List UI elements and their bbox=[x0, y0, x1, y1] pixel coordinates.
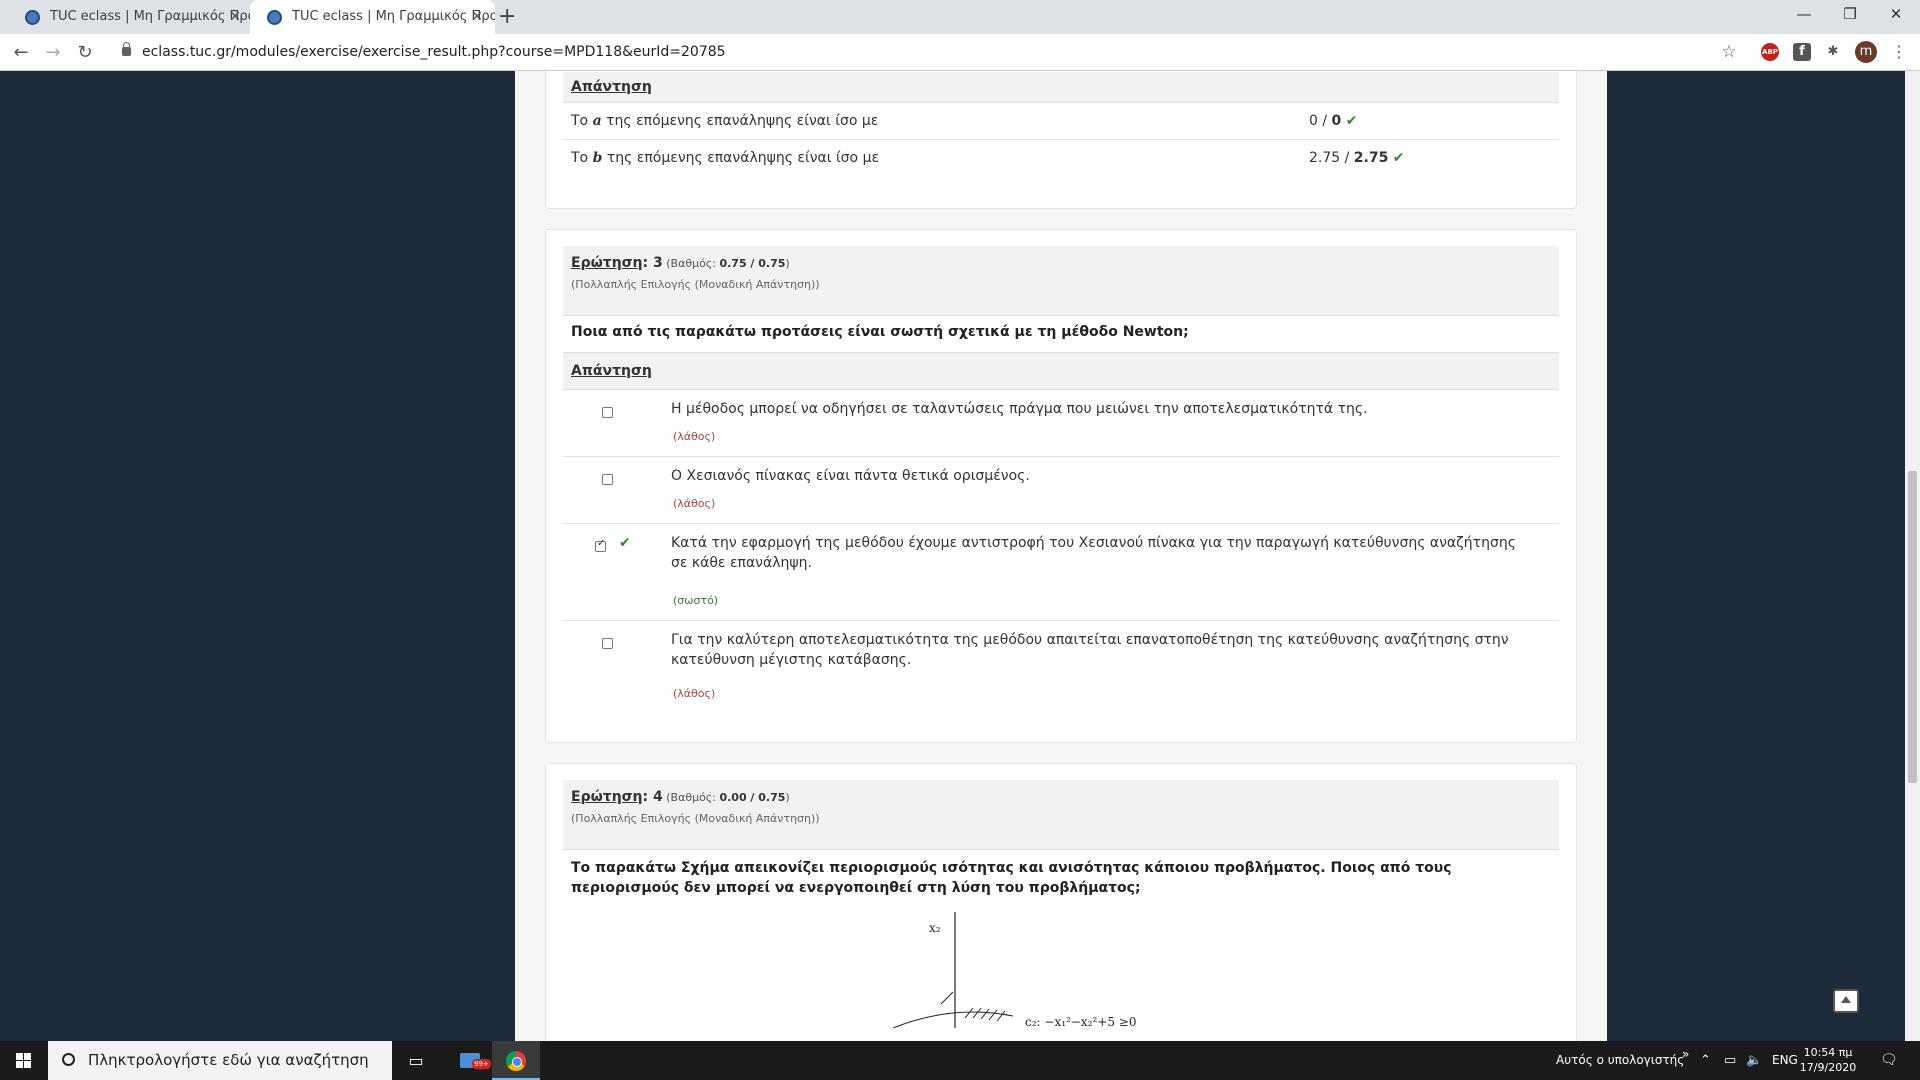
tray-chevron[interactable]: » bbox=[1682, 1035, 1689, 1074]
extensions-puzzle-icon[interactable]: ✱ bbox=[1824, 43, 1842, 61]
back-icon[interactable]: ← bbox=[6, 34, 36, 71]
answer-a-score: 0 / 0 ✔ bbox=[1309, 113, 1358, 129]
question-type: (Πολλαπλής Επιλογής (Μοναδική Απάντηση)) bbox=[571, 278, 820, 291]
tab-2-title: TUC eclass | Μη Γραμμικός Προγ bbox=[292, 9, 495, 24]
taskbar-search-box[interactable]: Πληκτρολογήστε εδώ για αναζήτηση bbox=[48, 1041, 392, 1080]
question-label: Ερώτηση bbox=[571, 255, 643, 271]
tray-computer-label: Αυτός ο υπολογιστής bbox=[1556, 1053, 1685, 1067]
option-4: Για την καλύτερη αποτελεσματικότητα της … bbox=[563, 621, 1559, 713]
page-viewport: Απάντηση Το a της επόμενης επανάληψης εί… bbox=[0, 71, 1905, 1041]
option-2: Ο Χεσιανός πίνακας είναι πάντα θετικά ορ… bbox=[563, 457, 1559, 524]
question-3-panel: Ερώτηση: 3 (Βαθμός: 0.75 / 0.75) (Πολλαπ… bbox=[545, 229, 1577, 743]
windows-logo-icon bbox=[16, 1053, 32, 1069]
figure-axis-label: x₂ bbox=[929, 921, 941, 935]
option-1: Η μέθοδος μπορεί να οδηγήσει σε ταλαντώσ… bbox=[563, 390, 1559, 457]
tab-1-title: TUC eclass | Μη Γραμμικός Προγ bbox=[50, 9, 253, 24]
option-4-checkbox[interactable] bbox=[602, 638, 613, 649]
answer-header: Απάντηση bbox=[563, 353, 1559, 390]
question-3-grade: 0.75 / 0.75 bbox=[719, 257, 786, 270]
eclass-favicon-icon bbox=[25, 10, 40, 25]
tab-1-close-icon[interactable]: ✕ bbox=[229, 0, 241, 34]
tab-2[interactable]: TUC eclass | Μη Γραμμικός Προγ ✕ bbox=[250, 0, 495, 34]
forward-icon[interactable]: → bbox=[38, 34, 68, 71]
url-text: eclass.tuc.gr/modules/exercise/exercise_… bbox=[142, 44, 726, 60]
browser-menu-icon[interactable]: ⋮ bbox=[1890, 43, 1908, 61]
option-4-text: Για την καλύτερη αποτελεσματικότητα της … bbox=[671, 632, 1509, 668]
answer-row-b: Το b της επόμενης επανάληψης είναι ίσο μ… bbox=[563, 140, 1559, 177]
option-2-feedback: (λάθος) bbox=[673, 497, 716, 510]
question-4-header: Ερώτηση: 4 (Βαθμός: 0.00 / 0.75) (Πολλαπ… bbox=[563, 780, 1559, 850]
question-2-panel: Απάντηση Το a της επόμενης επανάληψης εί… bbox=[545, 71, 1577, 209]
answer-row-a: Το a της επόμενης επανάληψης είναι ίσο μ… bbox=[563, 103, 1559, 140]
option-4-feedback: (λάθος) bbox=[673, 687, 716, 700]
question-4-panel: Ερώτηση: 4 (Βαθμός: 0.00 / 0.75) (Πολλαπ… bbox=[545, 763, 1577, 1041]
facebook-extension-icon[interactable]: f bbox=[1793, 43, 1811, 61]
option-2-checkbox[interactable] bbox=[602, 474, 613, 485]
windows-taskbar: Πληκτρολογήστε εδώ για αναζήτηση ▭ 99+ Α… bbox=[0, 1041, 1920, 1080]
restore-button[interactable]: ❐ bbox=[1827, 0, 1873, 30]
bookmark-star-icon[interactable]: ☆ bbox=[1720, 43, 1738, 61]
tab-2-close-icon[interactable]: ✕ bbox=[471, 0, 483, 34]
tab-1[interactable]: TUC eclass | Μη Γραμμικός Προγ ✕ bbox=[8, 0, 253, 34]
option-2-text: Ο Χεσιανός πίνακας είναι πάντα θετικά ορ… bbox=[671, 468, 1030, 484]
chrome-icon bbox=[506, 1051, 526, 1071]
page-scrollbar[interactable] bbox=[1905, 71, 1920, 1041]
correct-check-icon: ✔ bbox=[1392, 150, 1405, 166]
address-toolbar: ← → ↻ eclass.tuc.gr/modules/exercise/exe… bbox=[0, 34, 1920, 71]
answer-b-score: 2.75 / 2.75 ✔ bbox=[1309, 150, 1405, 166]
search-icon bbox=[62, 1053, 75, 1066]
mail-badge: 99+ bbox=[472, 1059, 491, 1069]
taskbar-clock[interactable]: 10:54 πμ 17/9/2020 bbox=[1795, 1045, 1861, 1075]
lock-icon bbox=[122, 42, 131, 56]
new-tab-button[interactable]: + bbox=[498, 2, 516, 32]
clock-date: 17/9/2020 bbox=[1799, 1061, 1857, 1074]
clock-time: 10:54 πμ bbox=[1803, 1046, 1853, 1059]
adblock-icon[interactable]: ABP bbox=[1761, 43, 1779, 61]
option-1-checkbox[interactable] bbox=[602, 407, 613, 418]
url-bar[interactable]: eclass.tuc.gr/modules/exercise/exercise_… bbox=[108, 38, 1760, 67]
question-4-grade: 0.00 / 0.75 bbox=[719, 791, 786, 804]
constraint-figure: x₂ c₂: −x₁²−x₂²+5 ≥0 bbox=[893, 912, 1136, 1028]
task-view-icon[interactable]: ▭ bbox=[392, 1041, 440, 1080]
option-3-feedback: (σωστό) bbox=[673, 594, 719, 607]
scroll-to-top-button[interactable] bbox=[1833, 989, 1859, 1013]
chrome-taskbar-icon[interactable] bbox=[492, 1041, 540, 1080]
close-window-button[interactable]: ✕ bbox=[1873, 0, 1919, 30]
minimize-button[interactable]: — bbox=[1781, 0, 1827, 30]
eclass-favicon-icon bbox=[267, 10, 282, 25]
reload-icon[interactable]: ↻ bbox=[70, 34, 100, 71]
question-3-text: Ποια από τις παρακάτω προτάσεις είναι σω… bbox=[563, 316, 1559, 353]
network-icon[interactable]: ▭ bbox=[1724, 1041, 1736, 1080]
volume-icon[interactable]: 🔈 bbox=[1746, 1041, 1762, 1080]
option-3-text: Κατά την εφαρμογή της μεθόδου έχουμε αντ… bbox=[671, 535, 1516, 571]
question-3-header: Ερώτηση: 3 (Βαθμός: 0.75 / 0.75) (Πολλαπ… bbox=[563, 246, 1559, 316]
question-type: (Πολλαπλής Επιλογής (Μοναδική Απάντηση)) bbox=[571, 812, 820, 825]
question-label: Ερώτηση bbox=[571, 789, 643, 805]
notifications-icon[interactable]: 🗨 bbox=[1880, 1041, 1898, 1080]
show-hidden-icons-icon[interactable]: ⌃ bbox=[1700, 1041, 1711, 1080]
option-3: ✔ Κατά την εφαρμογή της μεθόδου έχουμε α… bbox=[563, 524, 1559, 621]
tab-strip: TUC eclass | Μη Γραμμικός Προγ ✕ TUC ecl… bbox=[0, 0, 1920, 34]
answer-header: Απάντηση bbox=[563, 72, 1559, 103]
start-button[interactable] bbox=[0, 1041, 48, 1080]
language-indicator[interactable]: ENG bbox=[1772, 1041, 1798, 1080]
option-1-text: Η μέθοδος μπορεί να οδηγήσει σε ταλαντώσ… bbox=[671, 401, 1368, 417]
option-1-feedback: (λάθος) bbox=[673, 430, 716, 443]
figure-constraint-label: c₂: −x₁²−x₂²+5 ≥0 bbox=[1025, 1015, 1136, 1028]
option-3-checkbox[interactable] bbox=[595, 538, 606, 552]
main-content: Απάντηση Το a της επόμενης επανάληψης εί… bbox=[515, 71, 1607, 1041]
scrollbar-thumb[interactable] bbox=[1908, 471, 1917, 783]
mail-app-icon[interactable]: 99+ bbox=[446, 1041, 494, 1080]
correct-check-icon: ✔ bbox=[1345, 113, 1358, 129]
question-4-text: Το παρακάτω Σχήμα απεικονίζει περιορισμο… bbox=[571, 860, 1452, 896]
correct-check-icon: ✔ bbox=[619, 535, 631, 551]
profile-avatar[interactable]: m bbox=[1855, 41, 1877, 63]
